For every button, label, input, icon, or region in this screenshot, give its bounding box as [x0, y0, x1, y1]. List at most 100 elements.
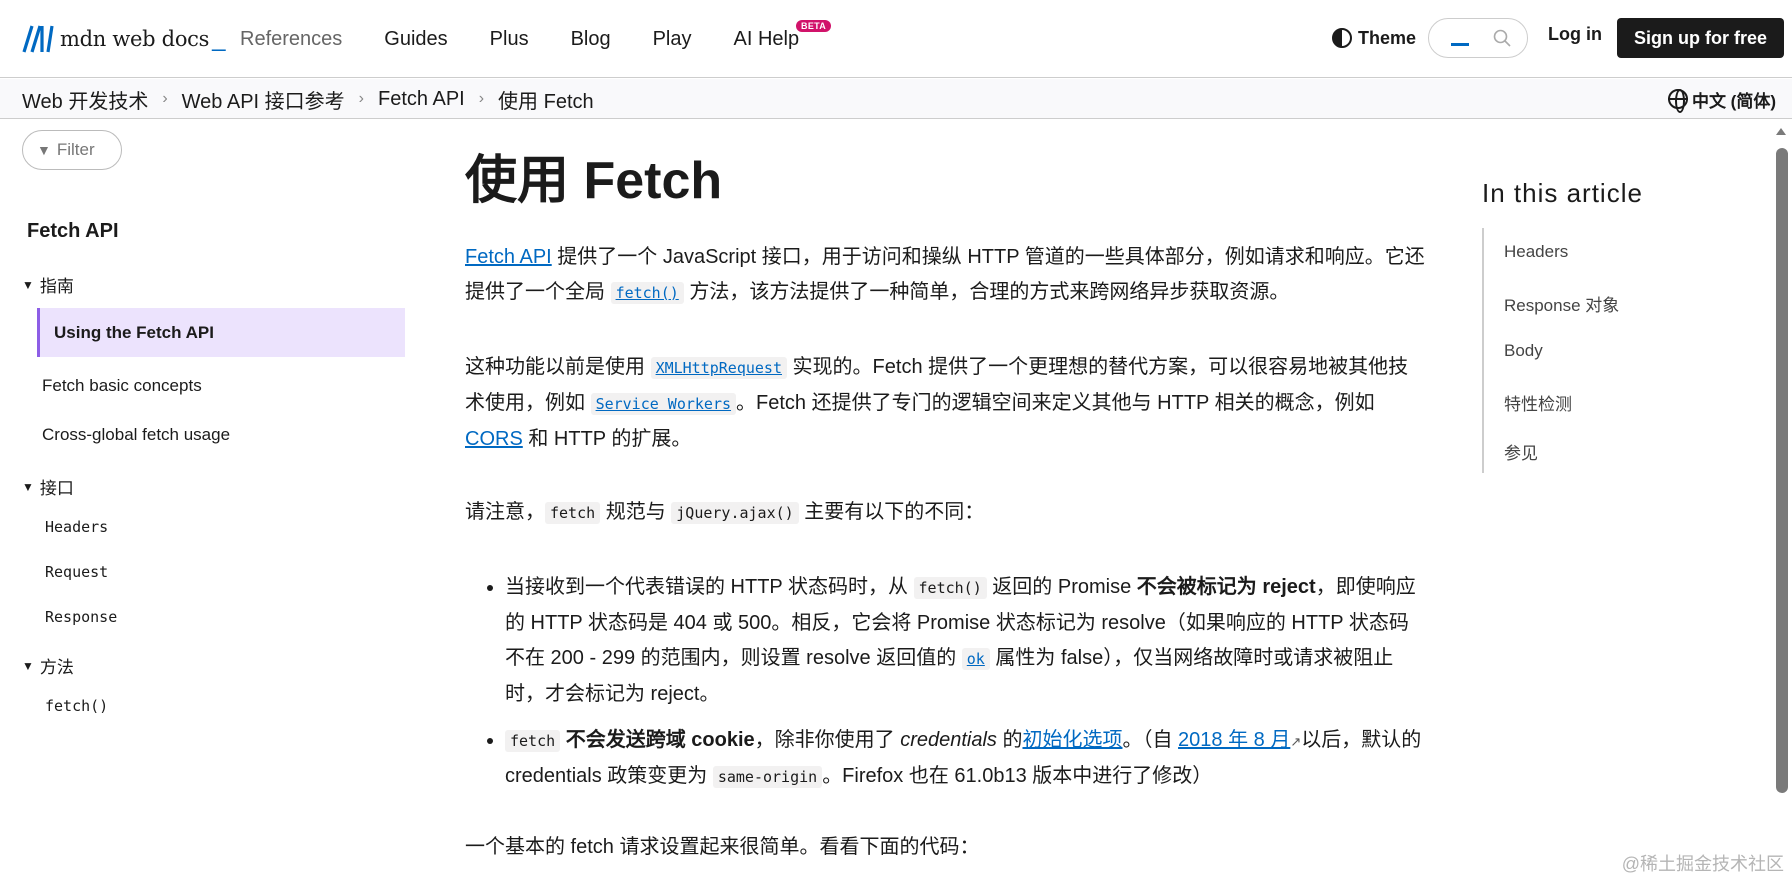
sidebar-item-using-fetch-api[interactable]: Using the Fetch API — [37, 308, 405, 357]
external-link-icon: ↗ — [1290, 734, 1302, 749]
sidebar-item-response[interactable]: Response — [45, 608, 117, 626]
text: ，除非你使用了 — [754, 729, 901, 751]
bold-text: 不会发送跨域 cookie — [560, 729, 755, 751]
toc-title: In this article — [1482, 178, 1643, 208]
list-item: fetch 不会发送跨域 cookie，除非你使用了 credentials 的… — [505, 723, 1425, 795]
sidebar-group-guides[interactable]: ▼ 指南 — [22, 272, 74, 297]
theme-button[interactable]: Theme — [1332, 24, 1416, 52]
chevron-right-icon: › — [358, 90, 364, 107]
search-icon — [1493, 29, 1511, 47]
beta-badge: BETA — [796, 19, 832, 32]
inline-code: fetch() — [913, 577, 987, 599]
globe-icon — [1667, 89, 1688, 113]
text: 。（自 — [1122, 729, 1179, 751]
filter-icon: ▼ — [37, 142, 51, 158]
text: 。Fetch 还提供了专门的逻辑空间来定义其他与 HTTP 相关的概念，例如 — [736, 392, 1375, 414]
toc-item-response[interactable]: Response 对象 — [1504, 291, 1619, 316]
breadcrumb-item-web-api[interactable]: Web API 接口参考 — [182, 85, 345, 114]
filter-label: Filter — [56, 140, 95, 159]
text: 请注意， — [465, 501, 545, 523]
sidebar-group-label: 接口 — [39, 479, 74, 498]
theme-label: Theme — [1358, 27, 1417, 48]
logo-text: mdn web docs — [60, 27, 210, 51]
triangle-down-icon: ▼ — [22, 479, 34, 494]
triangle-down-icon: ▼ — [22, 277, 34, 292]
inline-code: jQuery.ajax() — [671, 502, 799, 524]
basic-request-paragraph: 一个基本的 fetch 请求设置起来很简单。看看下面的代码： — [465, 836, 980, 858]
mdn-logo-icon — [22, 25, 54, 53]
nav-guides[interactable]: Guides — [384, 28, 447, 51]
history-paragraph: 这种功能以前是使用 XMLHttpRequest 实现的。Fetch 提供了一个… — [465, 350, 1425, 457]
chevron-right-icon: › — [478, 90, 485, 107]
search-caret — [1451, 43, 1469, 46]
text: 返回的 Promise — [986, 576, 1137, 598]
toc-item-feature-detection[interactable]: 特性检测 — [1504, 390, 1572, 415]
search-button[interactable] — [1428, 18, 1528, 58]
top-header: mdn web docs _ References Guides Plus Bl… — [0, 0, 1792, 78]
nav-play[interactable]: Play — [653, 28, 692, 51]
sidebar-filter-button[interactable]: ▼ Filter — [22, 130, 122, 170]
text: 和 HTTP 的扩展。 — [522, 428, 692, 450]
sidebar-item-fetch-basic-concepts[interactable]: Fetch basic concepts — [42, 376, 202, 396]
inline-code: same-origin — [712, 766, 823, 788]
text: 规范与 — [600, 501, 672, 523]
cors-link[interactable]: CORS — [465, 428, 523, 450]
triangle-down-icon: ▼ — [22, 658, 34, 673]
nav-blog[interactable]: Blog — [571, 28, 611, 51]
signup-button[interactable]: Sign up for free — [1617, 18, 1784, 58]
chevron-right-icon: › — [162, 90, 168, 107]
breadcrumb-item-current[interactable]: 使用 Fetch — [498, 85, 594, 114]
inline-code: fetch — [545, 502, 601, 524]
toc-item-headers[interactable]: Headers — [1504, 242, 1568, 262]
mdn-logo[interactable]: mdn web docs _ — [22, 22, 225, 56]
toc-list: Headers Response 对象 Body 特性检测 参见 — [1482, 228, 1702, 473]
language-switcher[interactable]: 中文 (简体) — [1667, 79, 1776, 119]
sidebar-title[interactable]: Fetch API — [27, 220, 119, 243]
toc-item-see-also[interactable]: 参见 — [1504, 439, 1538, 464]
watermark: @稀土掘金技术社区 — [1621, 854, 1784, 874]
august-2018-link[interactable]: 2018 年 8 月 — [1178, 729, 1290, 751]
fetch-api-link[interactable]: Fetch API — [465, 246, 552, 268]
text: 当接收到一个代表错误的 HTTP 状态码时，从 — [505, 576, 914, 598]
breadcrumb-bar: Web 开发技术 › Web API 接口参考 › Fetch API › 使用… — [0, 79, 1792, 119]
sidebar-item-fetch-method[interactable]: fetch() — [45, 697, 108, 715]
sidebar-group-methods[interactable]: ▼ 方法 — [22, 653, 74, 678]
scrollbar-thumb[interactable] — [1776, 148, 1788, 793]
text: 方法，该方法提供了一种简单，合理的方式来跨网络异步获取资源。 — [683, 281, 1290, 303]
nav-ai-help-label: AI Help — [733, 27, 800, 50]
theme-contrast-icon — [1332, 28, 1352, 48]
text: 的 — [996, 729, 1023, 751]
sidebar-item-cross-global-fetch[interactable]: Cross-global fetch usage — [42, 425, 230, 445]
fetch-method-link[interactable]: fetch() — [610, 282, 684, 304]
breadcrumb: Web 开发技术 › Web API 接口参考 › Fetch API › 使用… — [22, 79, 594, 119]
login-link[interactable]: Log in — [1548, 24, 1602, 45]
nav-plus[interactable]: Plus — [490, 28, 529, 51]
xmlhttprequest-link[interactable]: XMLHttpRequest — [650, 357, 787, 379]
language-label: 中文 (简体) — [1691, 91, 1776, 111]
text: 主要有以下的不同： — [798, 501, 985, 523]
inline-code: fetch — [505, 730, 561, 752]
nav-ai-help[interactable]: AI Help BETA — [733, 19, 832, 51]
breadcrumb-item-web-tech[interactable]: Web 开发技术 — [22, 85, 148, 114]
init-options-link[interactable]: 初始化选项 — [1022, 729, 1122, 751]
intro-paragraph: Fetch API 提供了一个 JavaScript 接口，用于访问和操纵 HT… — [465, 240, 1425, 311]
sidebar-item-request[interactable]: Request — [45, 563, 108, 581]
toc-item-body[interactable]: Body — [1504, 341, 1543, 361]
bold-text: 不会被标记为 reject — [1136, 576, 1316, 598]
breadcrumb-item-fetch-api[interactable]: Fetch API — [378, 88, 465, 111]
text: 。Firefox 也在 61.0b13 版本中进行了修改） — [822, 765, 1213, 787]
sidebar-group-label: 方法 — [39, 658, 74, 677]
sidebar-group-interfaces[interactable]: ▼ 接口 — [22, 474, 74, 499]
ok-property-link[interactable]: ok — [961, 648, 990, 670]
scroll-up-arrow-icon[interactable] — [1776, 128, 1786, 135]
logo-underscore: _ — [212, 25, 226, 52]
nav-references[interactable]: References — [240, 28, 342, 51]
sidebar-item-headers[interactable]: Headers — [45, 518, 108, 536]
service-workers-link[interactable]: Service Workers — [590, 393, 737, 415]
text: 这种功能以前是使用 — [465, 356, 651, 378]
italic-text: credentials — [900, 729, 997, 751]
differences-list: 当接收到一个代表错误的 HTTP 状态码时，从 fetch() 返回的 Prom… — [505, 570, 1425, 806]
main-nav: References Guides Plus Blog Play AI Help… — [240, 0, 841, 78]
sidebar-group-label: 指南 — [39, 277, 74, 296]
list-item: 当接收到一个代表错误的 HTTP 状态码时，从 fetch() 返回的 Prom… — [505, 570, 1425, 712]
